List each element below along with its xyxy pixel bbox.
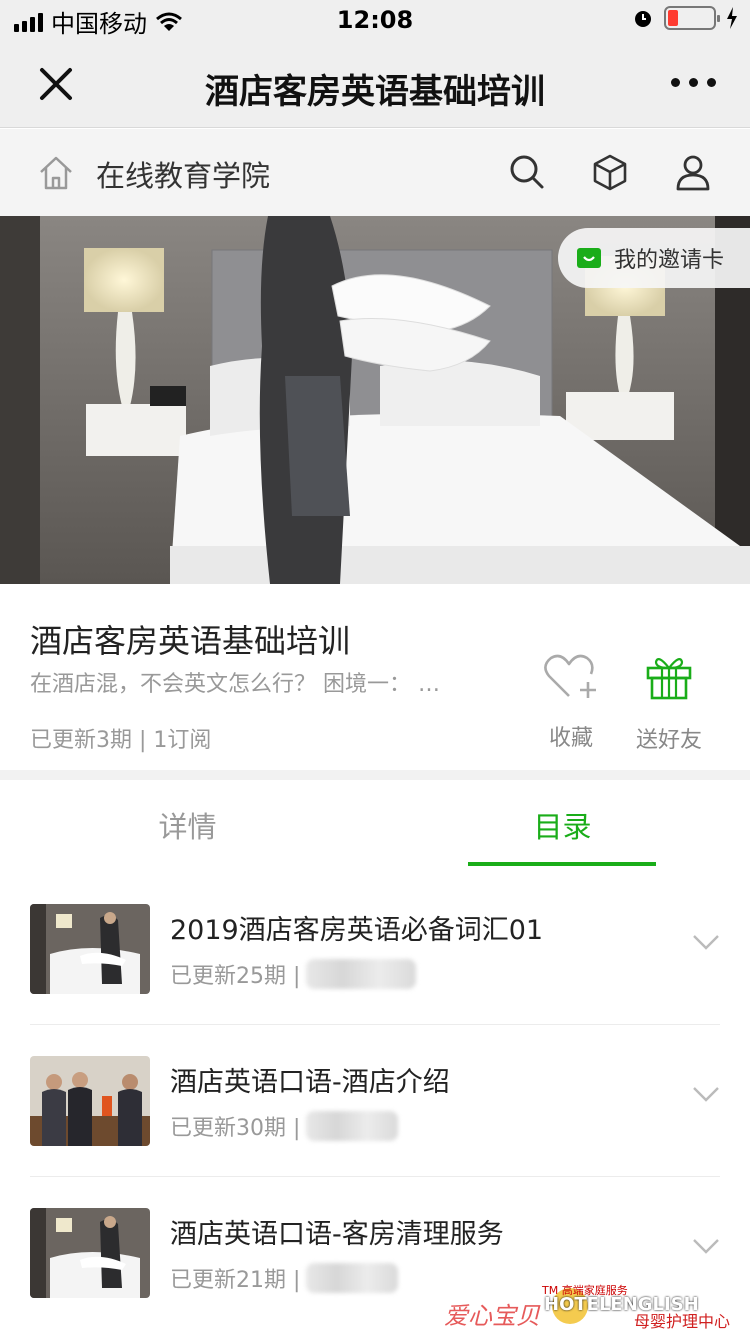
active-tab-indicator bbox=[468, 862, 656, 866]
invite-card-button[interactable]: 我的邀请卡 bbox=[558, 228, 750, 288]
blurred-content bbox=[306, 959, 417, 989]
list-item-thumbnail bbox=[30, 1056, 150, 1146]
chevron-down-icon[interactable] bbox=[692, 1238, 720, 1254]
gift-friend-label: 送好友 bbox=[635, 728, 702, 753]
list-item-meta: 已更新25期 | bbox=[170, 958, 417, 990]
watermark-chinese-left: 爱心宝贝 bbox=[444, 1302, 540, 1330]
site-header: 在线教育学院 bbox=[0, 129, 750, 216]
blurred-content bbox=[306, 1111, 399, 1141]
tab-bar: 详情 目录 bbox=[0, 780, 750, 870]
gift-friend-button[interactable]: 送好友 bbox=[624, 652, 714, 754]
charging-icon bbox=[727, 7, 737, 29]
list-item-title: 2019酒店客房英语必备词汇01 bbox=[170, 915, 544, 946]
list-item-thumbnail bbox=[30, 1208, 150, 1298]
more-options-icon[interactable] bbox=[671, 78, 716, 87]
home-icon[interactable] bbox=[36, 153, 76, 193]
list-item-thumbnail bbox=[30, 904, 150, 994]
course-meta: 已更新3期 | 1订阅 bbox=[30, 728, 212, 753]
cube-icon[interactable] bbox=[589, 151, 631, 193]
course-description: 在酒店混，不会英文怎么行？ 困境一： … bbox=[30, 672, 440, 697]
list-item-title: 酒店英语口语-酒店介绍 bbox=[170, 1067, 450, 1098]
list-item[interactable]: 酒店英语口语-酒店介绍 已更新30期 | bbox=[0, 1028, 750, 1180]
search-icon[interactable] bbox=[506, 151, 548, 193]
list-item[interactable]: 2019酒店客房英语必备词汇01 已更新25期 | bbox=[0, 876, 750, 1028]
list-divider bbox=[30, 1176, 720, 1177]
gift-icon bbox=[646, 658, 692, 700]
invite-card-label: 我的邀请卡 bbox=[614, 248, 725, 273]
watermark: 爱心宝贝 TM 高端家庭服务 HOTELENGLISH 母婴护理中心 bbox=[444, 1278, 744, 1334]
battery-icon bbox=[664, 6, 720, 30]
list-item-meta-text: 已更新30期 | bbox=[170, 1116, 301, 1141]
list-item-title: 酒店英语口语-客房清理服务 bbox=[170, 1219, 504, 1250]
list-item-meta-text: 已更新25期 | bbox=[170, 964, 301, 989]
alarm-icon bbox=[635, 11, 651, 27]
list-item-meta: 已更新21期 | bbox=[170, 1262, 399, 1294]
site-title: 在线教育学院 bbox=[96, 159, 271, 193]
watermark-chinese-right: 母婴护理中心 bbox=[634, 1312, 731, 1331]
chevron-down-icon[interactable] bbox=[692, 934, 720, 950]
user-icon[interactable] bbox=[672, 151, 714, 193]
navigation-bar: 酒店客房英语基础培训 bbox=[0, 40, 750, 128]
tab-details[interactable]: 详情 bbox=[0, 804, 375, 846]
list-item-meta-text: 已更新21期 | bbox=[170, 1268, 301, 1293]
tab-catalog[interactable]: 目录 bbox=[375, 804, 750, 846]
page-title: 酒店客房英语基础培训 bbox=[205, 72, 545, 112]
favorite-button[interactable]: 收藏 bbox=[526, 652, 616, 752]
status-bar: 中国移动 12:08 bbox=[0, 0, 750, 40]
section-divider bbox=[0, 770, 750, 780]
list-divider bbox=[30, 1024, 720, 1025]
course-title: 酒店客房英语基础培训 bbox=[30, 622, 351, 660]
blurred-content bbox=[306, 1263, 399, 1293]
course-info: 酒店客房英语基础培训 在酒店混，不会英文怎么行？ 困境一： … 已更新3期 | … bbox=[0, 584, 750, 770]
heart-plus-icon bbox=[544, 654, 596, 698]
list-item-meta: 已更新30期 | bbox=[170, 1110, 399, 1142]
chevron-down-icon[interactable] bbox=[692, 1086, 720, 1102]
invite-card-icon bbox=[577, 248, 601, 268]
favorite-label: 收藏 bbox=[548, 726, 593, 751]
